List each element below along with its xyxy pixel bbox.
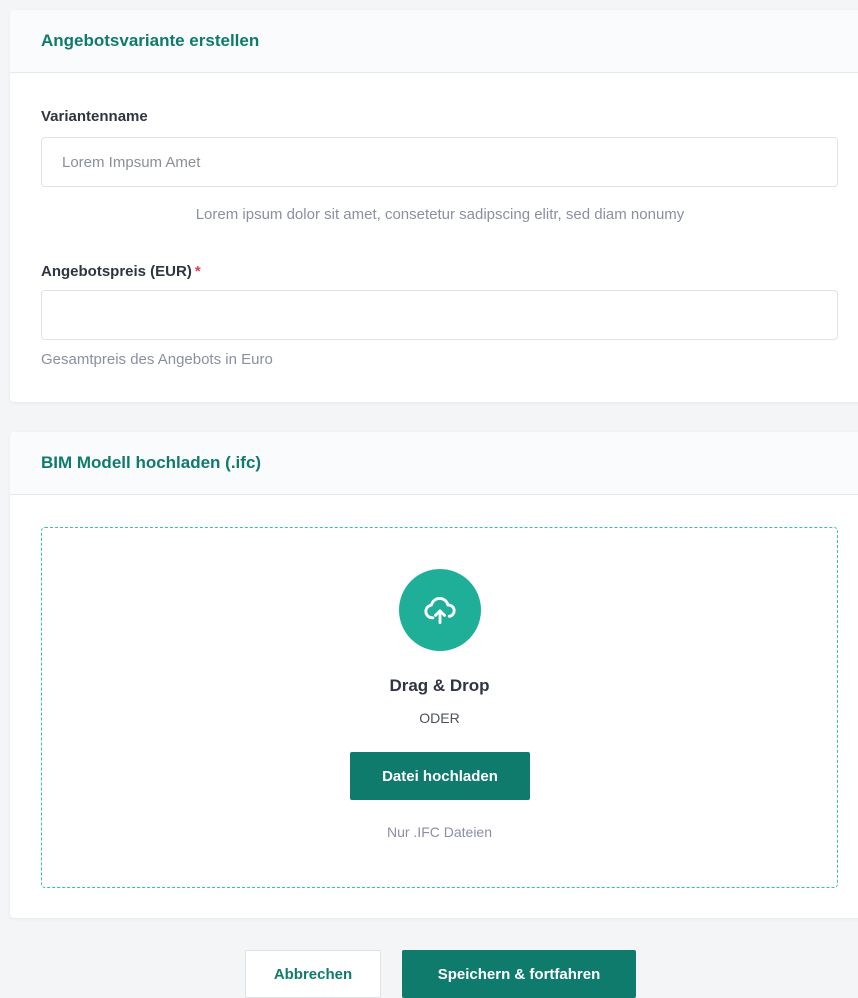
upload-file-button[interactable]: Datei hochladen: [350, 752, 530, 800]
price-input[interactable]: [41, 290, 838, 340]
cloud-upload-icon[interactable]: [399, 569, 481, 651]
file-dropzone[interactable]: Drag & Drop ODER Datei hochladen Nur .IF…: [41, 527, 838, 888]
drag-drop-text: Drag & Drop: [389, 676, 490, 695]
cancel-button[interactable]: Abbrechen: [245, 950, 381, 998]
or-text: ODER: [419, 710, 460, 726]
variant-description: Lorem ipsum dolor sit amet, consetetur s…: [195, 206, 685, 223]
variant-card: Angebotsvariante erstellen Variantenname…: [10, 10, 858, 402]
variant-card-title: Angebotsvariante erstellen: [41, 31, 260, 50]
variant-name-label: Variantenname: [41, 108, 148, 125]
variant-name-label-text: Variantenname: [41, 108, 148, 125]
variant-card-header: Angebotsvariante erstellen: [10, 10, 858, 73]
upload-card: BIM Modell hochladen (.ifc) Drag & Drop …: [10, 432, 858, 918]
required-marker: *: [194, 263, 201, 280]
price-hint: Gesamtpreis des Angebots in Euro: [41, 351, 273, 368]
upload-card-header: BIM Modell hochladen (.ifc): [10, 432, 858, 495]
file-type-note: Nur .IFC Dateien: [386, 824, 493, 840]
price-label-text: Angebotspreis (EUR): [41, 263, 192, 280]
save-continue-button[interactable]: Speichern & fortfahren: [402, 950, 636, 998]
variant-name-input[interactable]: [41, 137, 838, 187]
price-label: Angebotspreis (EUR) *: [41, 263, 201, 280]
upload-card-title: BIM Modell hochladen (.ifc): [41, 453, 262, 472]
